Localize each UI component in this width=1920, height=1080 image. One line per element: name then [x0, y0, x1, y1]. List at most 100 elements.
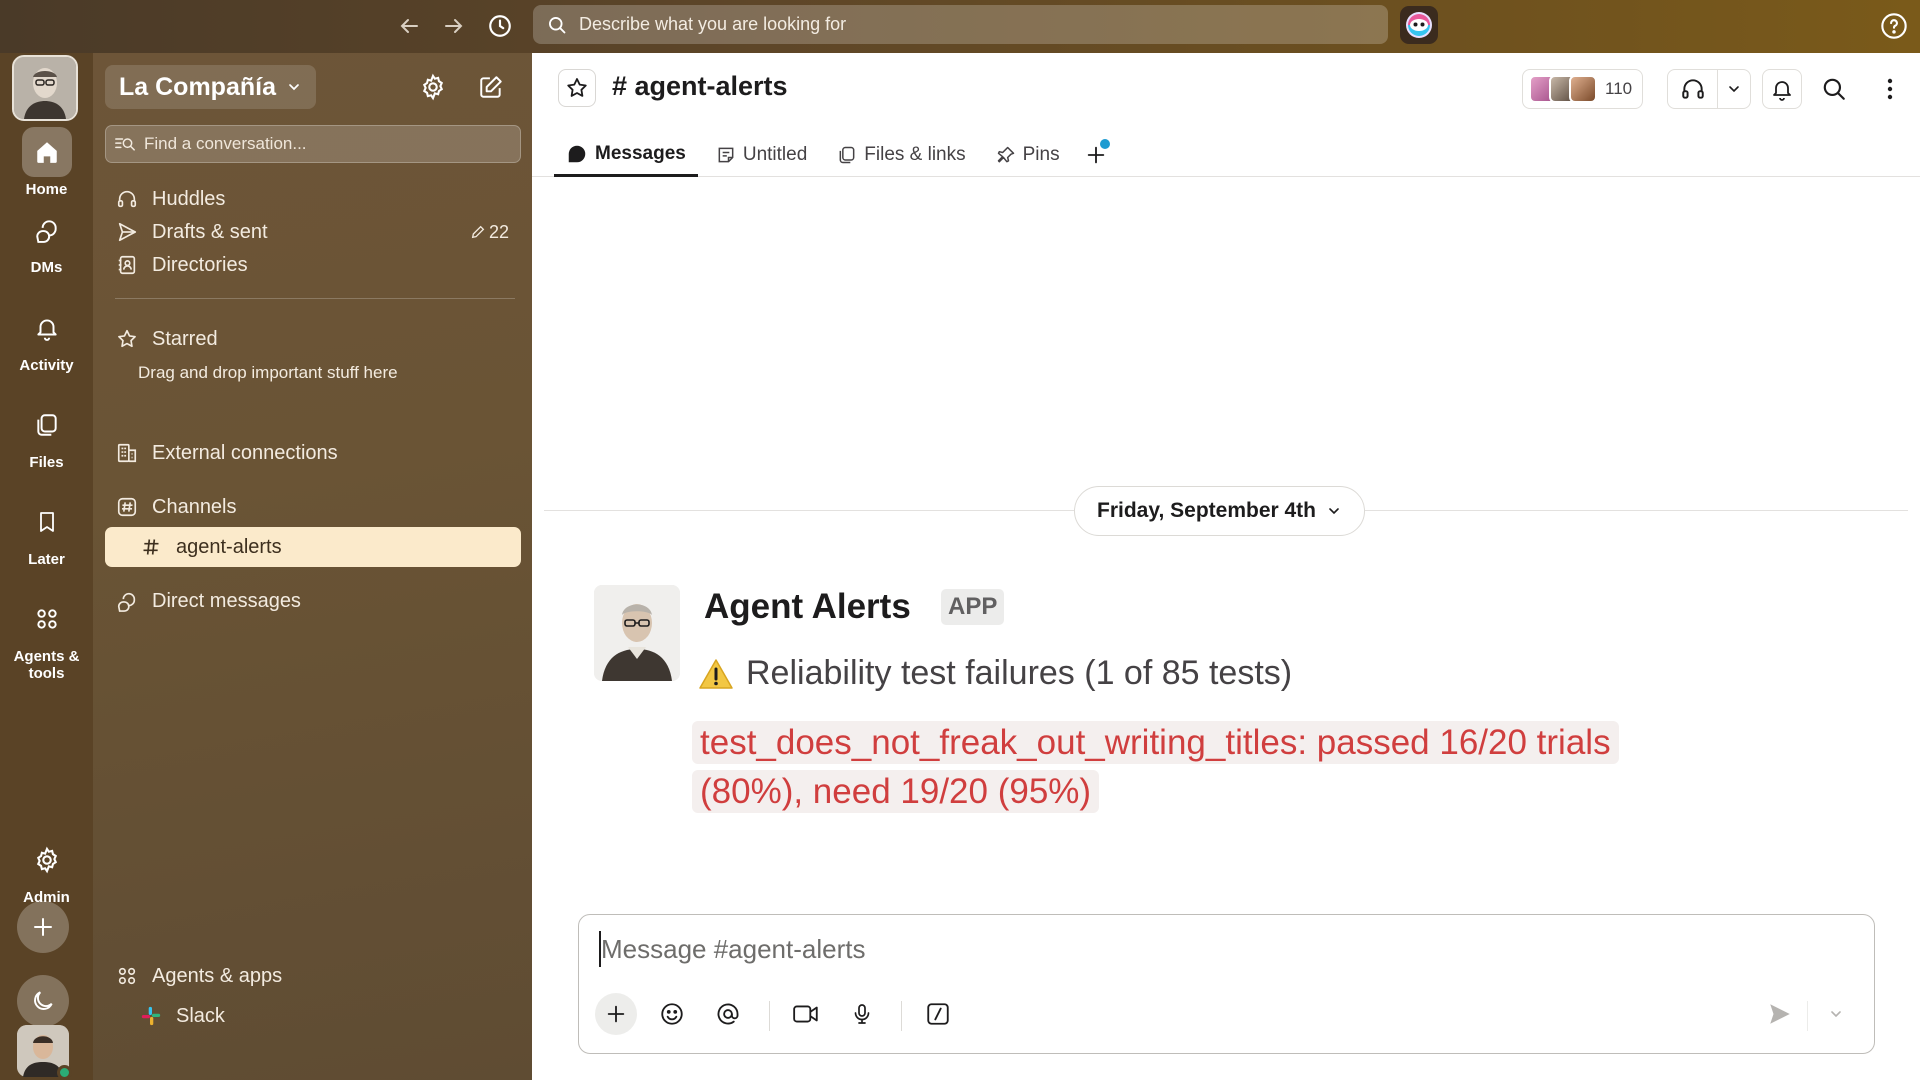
message-composer [578, 914, 1875, 1054]
channel-view: # agent-alerts 110 Messages Untitled Fil… [532, 53, 1920, 1080]
message-author-avatar[interactable] [594, 585, 680, 681]
dark-mode-toggle[interactable] [17, 975, 69, 1027]
warning-icon [698, 658, 734, 690]
message-input[interactable] [599, 931, 1799, 967]
gear-icon [422, 73, 444, 101]
tab-untitled[interactable]: Untitled [704, 133, 819, 177]
files-icon [22, 400, 72, 450]
sidebar-item-label: Starred [152, 327, 218, 350]
rail-files[interactable]: Files [0, 400, 93, 471]
rail-activity[interactable]: Activity [0, 303, 93, 374]
channel-members-button[interactable]: 110 [1522, 69, 1644, 109]
sidebar-item-agent-alerts[interactable]: agent-alerts [105, 527, 521, 567]
find-conversation-input[interactable] [144, 134, 504, 154]
send-button[interactable] [1759, 993, 1801, 1035]
more-options-button[interactable] [1872, 71, 1908, 107]
rail-later[interactable]: Later [0, 497, 93, 568]
workspace-avatar-icon [14, 57, 76, 119]
ai-assistant-button[interactable] [1400, 6, 1438, 44]
sidebar-item-channels[interactable]: Channels [105, 489, 521, 525]
directory-icon [115, 253, 139, 277]
bookmark-icon [22, 497, 72, 547]
direct-messages-icon [115, 589, 139, 613]
tab-messages[interactable]: Messages [554, 133, 698, 177]
bell-icon [1773, 81, 1791, 101]
sidebar-item-external-connections[interactable]: External connections [105, 435, 521, 471]
headphones-icon [1668, 76, 1717, 102]
rail-later-label: Later [28, 551, 65, 568]
search-icon [1823, 78, 1845, 100]
chevron-down-icon [1831, 1011, 1841, 1018]
rail-admin[interactable]: Admin [0, 835, 93, 906]
workspace-name: La Compañía [119, 72, 276, 101]
send-options-button[interactable] [1815, 993, 1857, 1035]
back-arrow-icon[interactable] [393, 10, 425, 42]
video-camera-icon [793, 1005, 818, 1023]
files-icon [837, 145, 857, 165]
workspace-settings-button[interactable] [415, 69, 451, 105]
add-tab-button[interactable] [1078, 133, 1114, 177]
channel-search-button[interactable] [1814, 69, 1854, 109]
home-icon [21, 127, 72, 177]
history-clock-icon[interactable] [484, 10, 516, 42]
sidebar-item-drafts[interactable]: Drafts & sent 22 [105, 214, 521, 250]
sidebar-item-label: agent-alerts [176, 535, 282, 558]
channels-hash-box-icon [115, 495, 139, 519]
find-search-icon [114, 134, 136, 154]
chevron-down-icon[interactable] [1718, 81, 1750, 97]
audio-clip-button[interactable] [841, 993, 883, 1035]
emoji-button[interactable] [651, 993, 693, 1035]
message-text: Reliability test failures (1 of 85 tests… [698, 654, 1292, 693]
workspace-switcher[interactable]: La Compañía [105, 65, 316, 109]
shortcuts-button[interactable] [917, 993, 959, 1035]
member-avatar [1569, 75, 1597, 103]
date-jump-button[interactable]: Friday, September 4th [1074, 486, 1366, 536]
sidebar-item-label: Huddles [152, 187, 226, 210]
rail-agents-tools[interactable]: Agents & tools [0, 594, 93, 682]
rail-home[interactable]: Home [0, 127, 93, 198]
sidebar-item-starred[interactable]: Starred [105, 321, 521, 357]
chevron-down-icon [286, 79, 302, 95]
user-avatar[interactable] [17, 1025, 72, 1080]
rail-dms-label: DMs [30, 259, 63, 276]
sidebar-item-label: Direct messages [152, 589, 301, 612]
apps-grid-icon [115, 964, 139, 988]
global-search-bar[interactable]: Describe what you are looking for [533, 5, 1388, 44]
sidebar-item-agents-apps[interactable]: Agents & apps [105, 958, 521, 994]
pencil-icon [471, 225, 485, 239]
channel-title[interactable]: # agent-alerts [612, 71, 788, 102]
video-clip-button[interactable] [785, 993, 827, 1035]
sidebar-item-label: Slack [176, 1004, 225, 1027]
member-count: 110 [1605, 79, 1633, 98]
workspace-avatar[interactable] [12, 55, 78, 121]
attach-plus-button[interactable] [595, 993, 637, 1035]
rail-files-label: Files [29, 454, 64, 471]
find-conversation-field[interactable] [105, 125, 521, 163]
notifications-button[interactable] [1762, 69, 1802, 109]
star-channel-button[interactable] [558, 69, 596, 107]
add-workspace-button[interactable] [17, 901, 69, 953]
top-bar: Describe what you are looking for [0, 0, 1920, 53]
sidebar-item-direct-messages[interactable]: Direct messages [105, 583, 521, 619]
date-label: Friday, September 4th [1097, 499, 1317, 522]
tab-pins[interactable]: Pins [984, 133, 1072, 177]
sidebar-item-label: External connections [152, 441, 338, 464]
sidebar-item-huddles[interactable]: Huddles [105, 181, 521, 217]
send-icon [1770, 1004, 1790, 1024]
channel-sidebar: La Compañía Huddles Drafts & sent 22 [93, 53, 532, 1080]
huddle-button[interactable] [1667, 69, 1751, 109]
message-author-name[interactable]: Agent Alerts [704, 587, 911, 627]
help-icon[interactable] [1880, 12, 1908, 40]
forward-arrow-icon[interactable] [438, 10, 470, 42]
building-icon [115, 441, 139, 465]
new-message-button[interactable] [473, 69, 509, 105]
sidebar-item-slack[interactable]: Slack [105, 998, 521, 1034]
tab-files-links[interactable]: Files & links [825, 133, 977, 177]
sidebar-item-directories[interactable]: Directories [105, 247, 521, 283]
moon-icon [34, 991, 53, 1010]
mention-button[interactable] [707, 993, 749, 1035]
rail-dms[interactable]: DMs [0, 205, 93, 276]
sidebar-item-label: Drafts & sent [152, 220, 268, 243]
compose-icon [480, 76, 502, 98]
drafts-count-badge: 22 [470, 222, 509, 243]
